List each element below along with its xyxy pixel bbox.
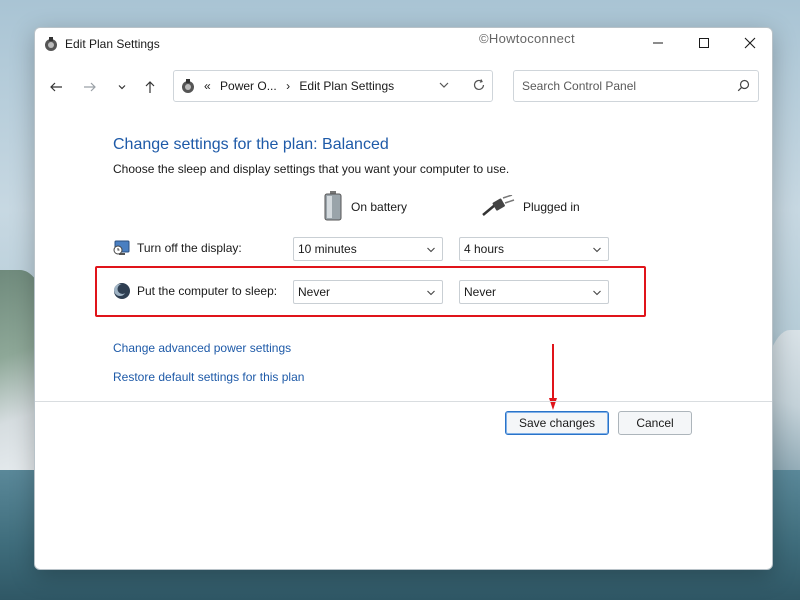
plugged-in-label: Plugged in: [523, 200, 580, 214]
display-setting-label: Turn off the display:: [137, 241, 242, 255]
chevron-down-icon: [592, 244, 602, 258]
on-battery-label: On battery: [351, 200, 408, 214]
page-description: Choose the sleep and display settings th…: [113, 162, 510, 176]
page-title: Change settings for the plan: Balanced: [113, 136, 389, 153]
display-timer-icon: [113, 239, 131, 257]
setting-row-display: Turn off the display: 10 minutes 4 hours: [109, 236, 649, 261]
display-plugged-in-select[interactable]: 4 hours: [459, 237, 609, 261]
chevron-down-icon: [426, 244, 436, 258]
power-plug-icon: [481, 193, 515, 220]
cancel-button[interactable]: Cancel: [618, 411, 692, 435]
select-value: 4 hours: [464, 242, 505, 256]
save-changes-button[interactable]: Save changes: [505, 411, 609, 435]
column-plugged-in: Plugged in: [481, 190, 580, 224]
advanced-power-settings-link[interactable]: Change advanced power settings: [113, 341, 291, 355]
edit-plan-settings-window: Edit Plan Settings ©Howtoconnect « Power…: [34, 27, 773, 570]
column-on-battery: On battery: [323, 190, 407, 224]
display-on-battery-select[interactable]: 10 minutes: [293, 237, 443, 261]
restore-defaults-link[interactable]: Restore default settings for this plan: [113, 370, 304, 384]
content-area: Change settings for the plan: Balanced C…: [35, 28, 772, 569]
battery-icon: [323, 190, 343, 224]
footer-divider: [35, 401, 772, 402]
select-value: 10 minutes: [298, 242, 357, 256]
sleep-row-highlight-box: [95, 266, 646, 317]
